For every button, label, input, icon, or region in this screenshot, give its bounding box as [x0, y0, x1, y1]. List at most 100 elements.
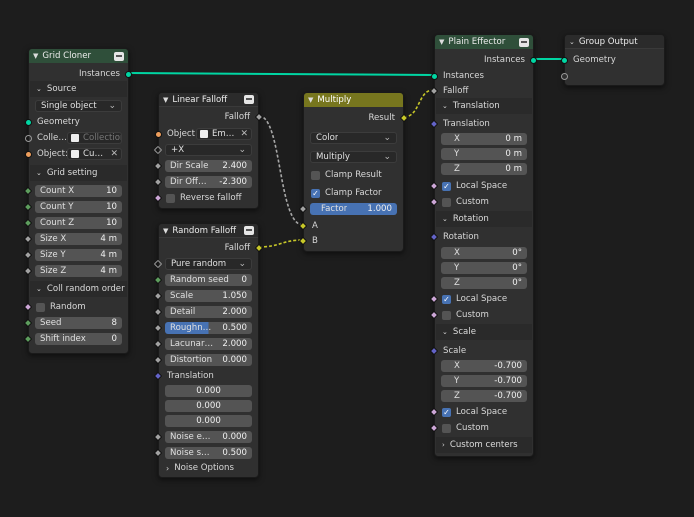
rotation-z-field[interactable]: Z 0°: [441, 277, 527, 289]
seed-field[interactable]: Seed 8: [35, 317, 122, 329]
socket-mode[interactable]: [153, 259, 163, 269]
rotation-x-field[interactable]: X 0°: [441, 247, 527, 259]
random-mode-dropdown[interactable]: Pure random: [165, 258, 252, 270]
socket-input-geometry[interactable]: [25, 118, 32, 126]
scale-local-space-checkbox[interactable]: ✓: [442, 407, 451, 417]
socket-count-z[interactable]: [23, 218, 33, 228]
section-rotation[interactable]: ⌄ Rotation: [436, 211, 532, 227]
socket-dir-scale[interactable]: [153, 161, 163, 171]
socket-input-falloff[interactable]: [429, 86, 439, 96]
translation-z-field[interactable]: 0.000: [165, 415, 252, 427]
blend-mode-dropdown[interactable]: Multiply: [310, 151, 397, 163]
socket-size-y[interactable]: [23, 250, 33, 260]
chevron-down-icon[interactable]: ▼: [439, 38, 444, 46]
socket-axis[interactable]: [153, 145, 163, 155]
socket-input-object[interactable]: [155, 130, 162, 138]
socket-translation-custom[interactable]: [429, 197, 439, 207]
translation-local-space-checkbox[interactable]: ✓: [442, 181, 451, 191]
socket-input-b[interactable]: [298, 236, 308, 246]
rotation-local-space-checkbox[interactable]: ✓: [442, 294, 451, 304]
scale-x-field[interactable]: X -0.700: [441, 360, 527, 372]
close-icon[interactable]: ✕: [107, 149, 118, 159]
count-y-field[interactable]: Count Y 10: [35, 201, 122, 213]
scale-z-field[interactable]: Z -0.700: [441, 390, 527, 402]
lacunarity-field[interactable]: Lacunar… 2.000: [165, 338, 252, 350]
socket-count-y[interactable]: [23, 202, 33, 212]
scale-y-field[interactable]: Y -0.700: [441, 375, 527, 387]
socket-random-seed[interactable]: [153, 275, 163, 285]
roughness-slider[interactable]: Roughn… 0.500: [165, 322, 252, 334]
chevron-down-icon[interactable]: ▼: [163, 96, 168, 104]
dir-offset-field[interactable]: Dir Off… -2.300: [165, 176, 252, 188]
socket-rotation-custom[interactable]: [429, 310, 439, 320]
clamp-factor-checkbox[interactable]: ✓: [311, 188, 320, 198]
object-field[interactable]: Em… ✕: [196, 128, 252, 140]
socket-shift-index[interactable]: [23, 334, 33, 344]
translation-x-field[interactable]: 0.000: [165, 385, 252, 397]
count-z-field[interactable]: Count Z 10: [35, 217, 122, 229]
group-output-header[interactable]: ⌄ Group Output: [565, 35, 664, 49]
random-falloff-header[interactable]: ▼ Random Falloff: [159, 224, 258, 238]
section-coll-random-order[interactable]: ⌄ Coll random order: [30, 281, 127, 297]
socket-count-x[interactable]: [23, 186, 33, 196]
grid-cloner-node[interactable]: ▼ Grid Cloner Instances ⌄ Source Single …: [23, 48, 132, 354]
grid-cloner-header[interactable]: ▼ Grid Cloner: [29, 49, 128, 63]
socket-scale[interactable]: [429, 346, 439, 356]
count-x-field[interactable]: Count X 10: [35, 185, 122, 197]
node-group-icon[interactable]: [519, 37, 529, 47]
socket-dir-offset[interactable]: [153, 177, 163, 187]
socket-output-instances[interactable]: [125, 70, 132, 78]
socket-size-z[interactable]: [23, 266, 33, 276]
reverse-falloff-checkbox[interactable]: [166, 193, 175, 203]
chevron-down-icon[interactable]: ▼: [308, 96, 313, 104]
node-group-icon[interactable]: [114, 51, 124, 61]
close-icon[interactable]: ✕: [237, 129, 248, 139]
socket-scale[interactable]: [153, 291, 163, 301]
socket-seed[interactable]: [23, 318, 33, 328]
socket-output-instances[interactable]: [530, 56, 537, 64]
object-field[interactable]: Cu… ✕: [67, 148, 122, 160]
socket-input-instances[interactable]: [431, 72, 438, 80]
shift-index-field[interactable]: Shift index 0: [35, 333, 122, 345]
socket-reverse-falloff[interactable]: [153, 193, 163, 203]
socket-distortion[interactable]: [153, 355, 163, 365]
axis-dropdown[interactable]: +X: [165, 144, 252, 156]
socket-output-result[interactable]: [399, 113, 409, 123]
distortion-field[interactable]: Distortion 0.000: [165, 354, 252, 366]
socket-output-falloff[interactable]: [254, 112, 264, 122]
translation-x-field[interactable]: X 0 m: [441, 133, 527, 145]
node-group-icon[interactable]: [244, 95, 254, 104]
socket-factor[interactable]: [298, 204, 308, 214]
socket-detail[interactable]: [153, 307, 163, 317]
multiply-node[interactable]: ▼ Multiply Result Color Multiply Clamp R…: [298, 92, 409, 252]
scale-custom-checkbox[interactable]: [442, 423, 451, 433]
chevron-down-icon[interactable]: ⌄: [569, 38, 575, 46]
node-group-icon[interactable]: [244, 226, 254, 235]
data-type-dropdown[interactable]: Color: [310, 132, 397, 144]
rotation-custom-checkbox[interactable]: [442, 310, 451, 320]
detail-field[interactable]: Detail 2.000: [165, 306, 252, 318]
noise-e-field[interactable]: Noise e… 0.000: [165, 431, 252, 443]
socket-output-falloff[interactable]: [254, 243, 264, 253]
clamp-result-checkbox[interactable]: [311, 170, 320, 180]
size-y-field[interactable]: Size Y 4 m: [35, 249, 122, 261]
section-scale[interactable]: ⌄ Scale: [436, 324, 532, 340]
socket-scale-local-space[interactable]: [429, 407, 439, 417]
socket-rotation-local-space[interactable]: [429, 294, 439, 304]
socket-noise-e[interactable]: [153, 432, 163, 442]
socket-input-a[interactable]: [298, 221, 308, 231]
scale-field[interactable]: Scale 1.050: [165, 290, 252, 302]
socket-random[interactable]: [23, 302, 33, 312]
factor-slider[interactable]: Factor 1.000: [310, 203, 397, 215]
collection-field[interactable]: Collection: [67, 132, 122, 144]
socket-input-geometry[interactable]: [561, 56, 568, 64]
dir-scale-field[interactable]: Dir Scale 2.400: [165, 160, 252, 172]
linear-falloff-node[interactable]: ▼ Linear Falloff Falloff Object: Em… ✕ +…: [153, 92, 264, 209]
noise-options-toggle[interactable]: › Noise Options: [159, 461, 258, 475]
random-falloff-node[interactable]: ▼ Random Falloff Falloff Pure random Ran…: [153, 223, 264, 478]
socket-input-empty[interactable]: [561, 72, 568, 80]
rotation-y-field[interactable]: Y 0°: [441, 262, 527, 274]
socket-translation[interactable]: [429, 119, 439, 129]
socket-scale-custom[interactable]: [429, 423, 439, 433]
plain-effector-node[interactable]: ▼ Plain Effector Instances Instances Fal…: [429, 34, 537, 457]
